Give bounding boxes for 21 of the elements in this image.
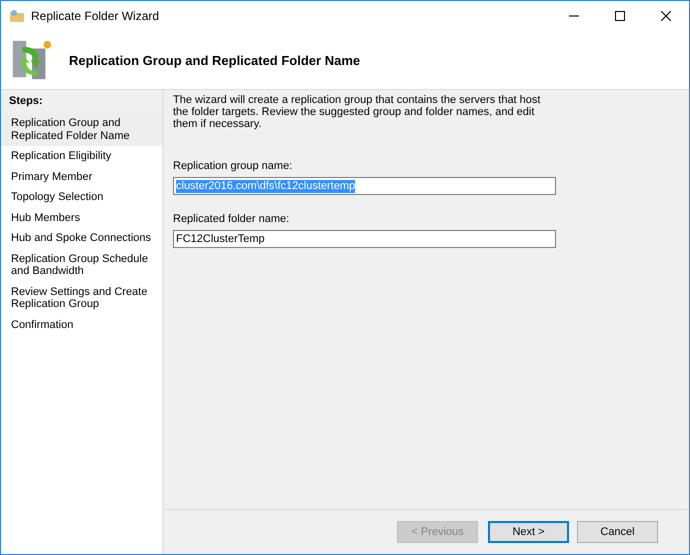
step-item[interactable]: Review Settings and Create Replication Group (1, 282, 162, 314)
step-item[interactable]: Confirmation (1, 314, 162, 335)
step-item[interactable]: Replication Group Schedule and Bandwidth (1, 248, 162, 282)
input-field[interactable]: FC12ClusterTemp (173, 230, 556, 248)
maximize-icon[interactable] (615, 11, 625, 21)
window-title: Replicate Folder Wizard (31, 9, 160, 23)
field-label: Replicated folder name: (173, 213, 290, 225)
step-item[interactable]: Replication Group and Replicated Folder Name (1, 113, 162, 146)
folder-app-icon (9, 8, 25, 24)
page-title: Replication Group and Replicated Folder Name (69, 52, 360, 68)
wizard-button[interactable]: Cancel (577, 521, 658, 543)
steps-heading: Steps: (1, 90, 162, 113)
step-item[interactable]: Primary Member (1, 166, 162, 187)
close-icon[interactable] (661, 11, 671, 21)
step-item[interactable]: Hub Members (1, 208, 162, 228)
wizard-button[interactable]: Next > (488, 521, 569, 543)
step-item[interactable]: Replication Eligibility (1, 146, 162, 166)
field-label: Replication group name: (173, 160, 294, 172)
intro-text: The wizard will create a replication group that contains the servers that host the folder targets. Review the suggested group and folder names, and edit them if necessary. (173, 94, 542, 130)
step-item[interactable]: Hub and Spoke Connections (1, 228, 162, 248)
step-item[interactable]: Topology Selection (1, 187, 162, 208)
